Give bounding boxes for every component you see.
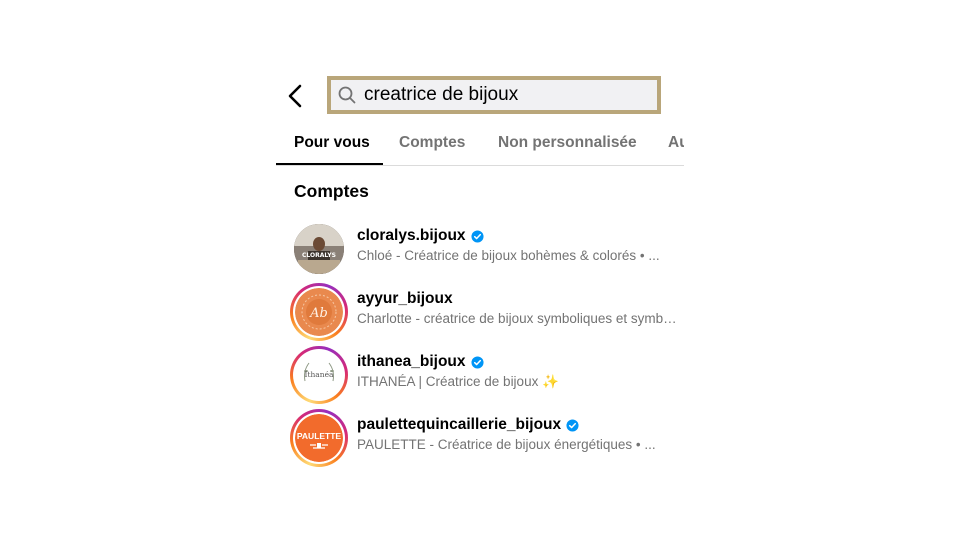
avatar-logo-text: Ab bbox=[309, 306, 328, 321]
avatar-image: PAULETTE bbox=[295, 414, 343, 462]
tab-non-personnalisee[interactable]: Non personnalisée bbox=[498, 134, 637, 152]
active-tab-indicator bbox=[276, 163, 383, 165]
account-username: ayyur_bijoux bbox=[357, 290, 453, 308]
chevron-left-icon bbox=[288, 84, 302, 108]
account-description: Charlotte - créatrice de bijoux symboliq… bbox=[357, 311, 677, 326]
account-row[interactable]: PAULETTE paulettequincaillerie_bijoux PA… bbox=[288, 409, 680, 469]
avatar-story-ring[interactable]: Ithanéa bbox=[290, 346, 348, 404]
search-tabs: Pour vous Comptes Non personnalisée Au bbox=[276, 128, 684, 166]
verified-badge-icon bbox=[471, 229, 484, 243]
username-text: ithanea_bijoux bbox=[357, 353, 466, 370]
tab-comptes[interactable]: Comptes bbox=[399, 134, 465, 152]
search-bar[interactable] bbox=[327, 76, 661, 114]
avatar-story-ring[interactable]: Ab bbox=[290, 283, 348, 341]
avatar-story-ring[interactable]: PAULETTE bbox=[290, 409, 348, 467]
avatar-logo-text: CLORALYS bbox=[302, 252, 336, 259]
tab-pour-vous[interactable]: Pour vous bbox=[294, 134, 370, 152]
account-username: cloralys.bijoux bbox=[357, 227, 484, 245]
search-input[interactable] bbox=[364, 84, 644, 106]
account-username: ithanea_bijoux bbox=[357, 353, 484, 371]
avatar-image: Ithanéa bbox=[296, 352, 342, 398]
section-title: Comptes bbox=[294, 181, 369, 201]
account-username: paulettequincaillerie_bijoux bbox=[357, 416, 579, 434]
verified-badge-icon bbox=[566, 418, 579, 432]
username-text: cloralys.bijoux bbox=[357, 227, 466, 244]
username-text: paulettequincaillerie_bijoux bbox=[357, 416, 562, 433]
username-text: ayyur_bijoux bbox=[357, 290, 453, 307]
avatar-image: Ab bbox=[295, 288, 343, 336]
account-description: ITHANÉA | Créatrice de bijoux ✨ bbox=[357, 374, 559, 389]
verified-badge-icon bbox=[470, 355, 484, 369]
account-row[interactable]: Ithanéa ithanea_bijoux ITHANÉA | Créatri… bbox=[288, 346, 680, 406]
avatar-image: CLORALYS bbox=[294, 224, 344, 274]
avatar-logo-text: Ithanéa bbox=[304, 370, 334, 379]
tab-audio[interactable]: Au bbox=[668, 134, 684, 152]
avatar[interactable]: CLORALYS bbox=[290, 220, 348, 278]
avatar-logo-text: PAULETTE bbox=[297, 431, 342, 441]
account-description: Chloé - Créatrice de bijoux bohèmes & co… bbox=[357, 248, 660, 263]
search-icon bbox=[337, 85, 357, 105]
account-description: PAULETTE - Créatrice de bijoux énergétiq… bbox=[357, 437, 656, 452]
back-button[interactable] bbox=[284, 83, 308, 109]
account-row[interactable]: Ab ayyur_bijoux Charlotte - créatrice de… bbox=[288, 283, 680, 343]
account-row[interactable]: CLORALYS cloralys.bijoux Chloé - Créatri… bbox=[288, 220, 680, 280]
